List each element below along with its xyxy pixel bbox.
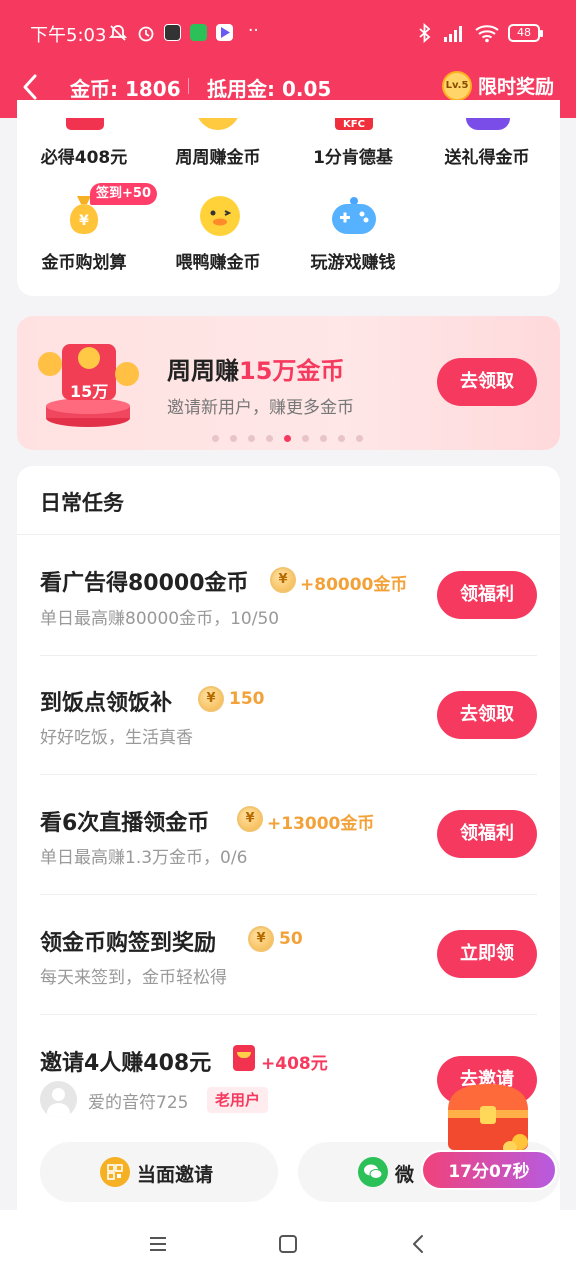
task-title-invite: 邀请4人赚408元 <box>40 1051 212 1076</box>
status-time: 下午5:03 <box>30 25 107 46</box>
banner-illustration-label: 15万 <box>70 382 109 401</box>
avatar <box>40 1081 77 1118</box>
banner-pagination-dots <box>212 435 363 442</box>
grid-item-play-games[interactable]: 玩游戏赚钱 <box>288 248 418 273</box>
task-title-ads: 看广告得80000金币 <box>40 571 249 596</box>
task-reward-meal: 150 <box>229 689 265 709</box>
sign-in-badge: 签到+50 <box>90 183 157 205</box>
invite-face-label: 当面邀请 <box>137 1164 214 1186</box>
task-reward-signin: 50 <box>279 929 303 949</box>
svg-text:¥: ¥ <box>79 213 89 229</box>
task-divider <box>40 655 537 656</box>
qr-code-icon <box>100 1157 130 1187</box>
coin-icon: ¥ <box>248 926 274 952</box>
task-title-meal: 到饭点领饭补 <box>40 691 173 716</box>
duck-icon[interactable] <box>198 194 242 238</box>
grid-item-coin-shop[interactable]: 金币购划算 <box>19 248 149 273</box>
gamepad-icon[interactable] <box>330 196 378 236</box>
wechat-icon <box>358 1157 388 1187</box>
wechat-notification-icon <box>190 24 207 41</box>
task-divider <box>40 774 537 775</box>
pagination-dot <box>212 435 219 442</box>
pagination-dot <box>284 435 291 442</box>
level-badge: Lv.5 <box>442 71 472 101</box>
task-live-button[interactable]: 领福利 <box>437 810 537 858</box>
red-packet-icon[interactable] <box>66 118 104 130</box>
header-divider <box>188 78 189 94</box>
coin-balance: 金币: 1806 <box>70 77 181 101</box>
gift-icon[interactable] <box>466 118 510 130</box>
red-envelope-icon <box>233 1045 255 1071</box>
app-notification-icon <box>164 24 181 41</box>
alarm-icon <box>136 22 156 44</box>
more-notifications-icon: ·· <box>248 21 259 41</box>
task-subtitle-meal: 好好吃饭，生活真香 <box>40 728 193 748</box>
coin-icon: ¥ <box>198 686 224 712</box>
task-title-signin: 领金币购签到奖励 <box>40 931 217 956</box>
pagination-dot <box>266 435 273 442</box>
task-subtitle-signin: 每天来签到，金币轻松得 <box>40 968 227 988</box>
kfc-icon[interactable]: KFC <box>335 118 373 130</box>
banner-subtitle: 邀请新用户，赚更多金币 <box>167 398 354 418</box>
task-meal-button[interactable]: 去领取 <box>437 691 537 739</box>
back-nav-icon[interactable] <box>408 1233 430 1259</box>
grid-item-guaranteed-408[interactable]: 必得408元 <box>19 143 149 168</box>
task-ads-button[interactable]: 领福利 <box>437 571 537 619</box>
play-notification-icon <box>216 24 233 41</box>
task-signin-button[interactable]: 立即领 <box>437 930 537 978</box>
header-divider <box>17 534 560 535</box>
coin-icon: ¥ <box>270 567 296 593</box>
invite-wechat-label: 微 <box>395 1164 415 1186</box>
countdown-timer[interactable]: 17分07秒 <box>421 1150 557 1190</box>
pagination-dot <box>338 435 345 442</box>
menu-icon[interactable] <box>147 1233 169 1259</box>
invitee-name: 爱的音符725 <box>88 1093 189 1113</box>
grid-item-feed-duck[interactable]: 喂鸭赚金币 <box>153 248 283 273</box>
task-subtitle-ads: 单日最高赚80000金币，10/50 <box>40 609 280 629</box>
task-reward-live: +13000金币 <box>267 814 375 834</box>
status-bar: 下午5:03 ·· 48 <box>0 0 576 66</box>
pagination-dot <box>248 435 255 442</box>
signal-icon <box>440 22 468 44</box>
old-user-tag: 老用户 <box>207 1087 269 1113</box>
task-reward-invite: +408元 <box>261 1054 328 1074</box>
pagination-dot <box>230 435 237 442</box>
grid-item-weekly-coins[interactable]: 周周赚金币 <box>153 143 283 168</box>
coin-icon: ¥ <box>237 806 263 832</box>
home-icon[interactable] <box>277 1233 299 1259</box>
back-button[interactable] <box>16 70 46 104</box>
grid-item-kfc[interactable]: 1分肯德基 <box>288 143 418 168</box>
treasure-chest-icon[interactable] <box>438 1080 538 1160</box>
bluetooth-icon <box>418 22 432 44</box>
limited-reward-link[interactable]: 限时奖励 <box>478 72 554 99</box>
coin-face-icon[interactable] <box>196 118 240 130</box>
task-divider <box>40 894 537 895</box>
banner-claim-button[interactable]: 去领取 <box>437 358 537 406</box>
banner-title: 周周赚15万金币 <box>167 357 345 385</box>
wifi-icon <box>474 22 500 44</box>
task-subtitle-live: 单日最高赚1.3万金币，0/6 <box>40 848 248 868</box>
mute-bell-icon <box>108 22 128 44</box>
daily-tasks-header: 日常任务 <box>40 491 124 515</box>
red-envelope-illustration: 15万 <box>32 336 142 430</box>
invite-face-to-face-button[interactable]: 当面邀请 <box>40 1142 278 1202</box>
task-title-live: 看6次直播领金币 <box>40 811 210 836</box>
pagination-dot <box>320 435 327 442</box>
pagination-dot <box>302 435 309 442</box>
task-divider <box>40 1014 537 1015</box>
grid-item-gift-coins[interactable]: 送礼得金币 <box>422 143 552 168</box>
deduct-balance: 抵用金: 0.05 <box>207 77 332 101</box>
battery-indicator: 48 <box>508 24 543 42</box>
pagination-dot <box>356 435 363 442</box>
task-reward-ads: +80000金币 <box>300 575 408 595</box>
